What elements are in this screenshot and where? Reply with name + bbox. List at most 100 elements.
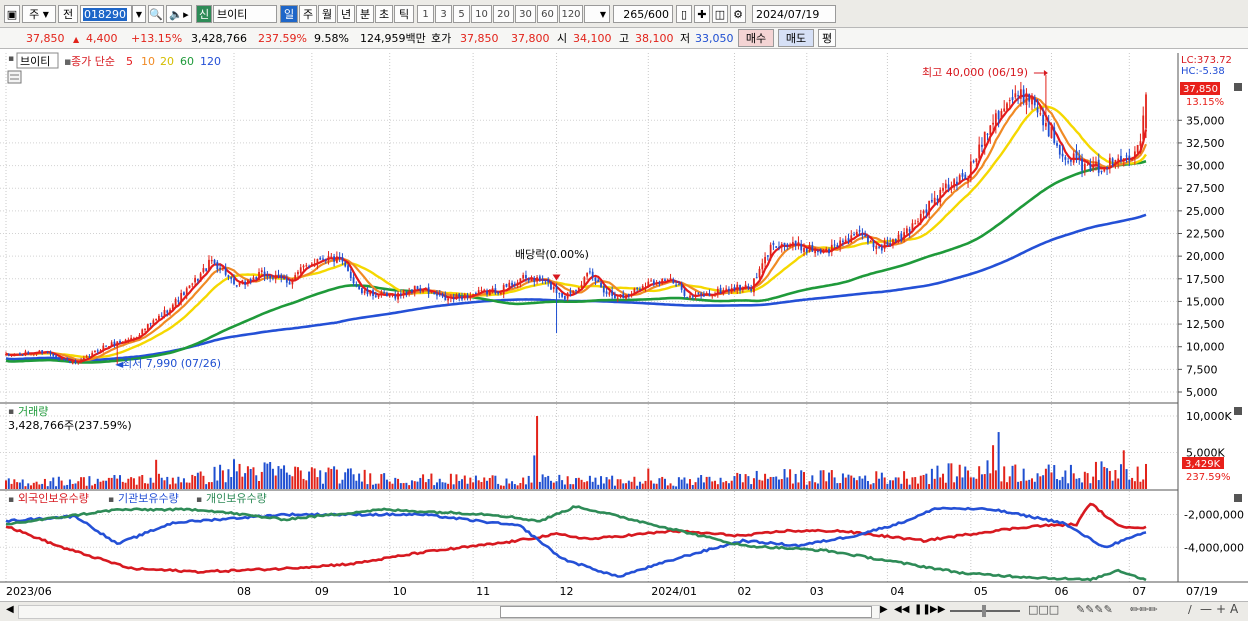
volume-bar — [5, 480, 7, 489]
high-price: 38,100 — [635, 32, 674, 45]
eval-button[interactable]: 평 — [818, 29, 836, 47]
period-year-button[interactable]: 년 — [337, 5, 355, 23]
last-page-icon[interactable]: ▶▶ — [930, 604, 945, 615]
ma10-label: 10 — [141, 55, 155, 68]
candle-body — [775, 246, 778, 248]
candle-body — [936, 198, 939, 201]
volume-bar — [658, 478, 661, 489]
sell-button[interactable]: 매도 — [778, 29, 814, 47]
candle-body — [1072, 153, 1075, 163]
buy-button[interactable]: 매수 — [738, 29, 774, 47]
stock-code-value: 018290 — [83, 7, 127, 21]
save-icon[interactable]: ◫ — [712, 5, 728, 23]
market-select[interactable]: 주 ▼ — [22, 5, 56, 23]
volume-bar — [1047, 464, 1050, 489]
volume-bar — [41, 483, 44, 489]
candle-body — [241, 280, 244, 282]
candle-body — [263, 271, 266, 277]
period-tick-button[interactable]: 틱 — [394, 5, 414, 23]
candle-body — [516, 282, 519, 285]
candle-body — [102, 345, 105, 350]
volume-bar — [85, 485, 88, 489]
chevron-down-icon[interactable]: ▼ — [132, 5, 146, 23]
candle-body — [227, 275, 230, 278]
chart-area[interactable]: 2023/06 08 09 10 11 12 2024/01 02 03 04 05 06 07 07/1… — [0, 49, 1248, 601]
candle-icon[interactable]: ▯ — [676, 5, 692, 23]
scroll-right-icon[interactable]: ▶ — [880, 604, 888, 615]
horizontal-scrollbar[interactable]: ◀ ▶ ◀◀ ❚❚ ▶▶ □□□ ✎✎✎✎ ✏✏✏ ∕ — + A — [0, 601, 1248, 621]
interval-20-button[interactable]: 20 — [493, 5, 514, 23]
candle-body — [500, 292, 502, 294]
candle-body — [639, 288, 641, 290]
candle-body — [1120, 155, 1122, 161]
period-week-button[interactable]: 주 — [299, 5, 317, 23]
candle-body — [541, 278, 544, 281]
volume-bar — [933, 478, 936, 489]
volume-bar — [516, 485, 519, 489]
type-select[interactable]: 전 — [58, 5, 78, 23]
volume-bar — [141, 475, 144, 489]
scroll-left-icon[interactable]: ◀ — [6, 604, 14, 615]
period-second-button[interactable]: 초 — [375, 5, 393, 23]
drawing-tools-icon[interactable]: ✏✏✏ — [1130, 603, 1158, 616]
first-page-icon[interactable]: ◀◀ — [894, 604, 909, 615]
volume-bar — [1081, 482, 1084, 489]
scroll-thumb[interactable] — [500, 606, 872, 618]
layout-icon[interactable]: □□□ — [1028, 603, 1059, 616]
interval-5-button[interactable]: 5 — [453, 5, 470, 23]
candle-body — [944, 183, 947, 189]
candle-body — [77, 361, 80, 363]
period-minute-button[interactable]: 분 — [356, 5, 374, 23]
stock-code-input[interactable]: 018290 — [80, 5, 132, 23]
interval-dropdown[interactable]: ▼ — [584, 5, 610, 23]
calculator-icon[interactable] — [7, 70, 22, 84]
period-day-button[interactable]: 일 — [280, 5, 298, 23]
search-icon[interactable]: 🔍 — [148, 5, 164, 23]
volume-value: 3,428,766 — [191, 32, 247, 45]
candle-body — [149, 323, 152, 325]
volume-bar — [1014, 464, 1017, 489]
interval-30-button[interactable]: 30 — [515, 5, 536, 23]
candle-body — [591, 271, 594, 277]
candle-body — [519, 278, 522, 284]
zoom-in-icon[interactable]: + — [1216, 602, 1226, 616]
interval-1-button[interactable]: 1 — [417, 5, 434, 23]
volume-bar — [730, 480, 733, 489]
candle-body — [258, 271, 260, 280]
volume-bar — [716, 484, 719, 489]
interval-10-button[interactable]: 10 — [471, 5, 492, 23]
chart-tools-icon[interactable]: ✎✎✎✎ — [1076, 603, 1113, 616]
count-input[interactable]: 265/600 — [613, 5, 673, 23]
dividend-annotation: 배당락(0.00%) — [515, 248, 589, 261]
interval-120-button[interactable]: 120 — [559, 5, 583, 23]
interval-3-button[interactable]: 3 — [435, 5, 452, 23]
date-input[interactable]: 2024/07/19 — [752, 5, 836, 23]
magnet-icon[interactable]: ∕ — [1188, 603, 1192, 616]
volume-bar — [380, 474, 383, 489]
crosshair-icon[interactable]: ✚ — [694, 5, 710, 23]
period-month-button[interactable]: 월 — [318, 5, 336, 23]
volume-bar — [853, 477, 856, 489]
holding-panel-close-icon[interactable] — [1234, 494, 1242, 502]
volume-bar — [316, 477, 319, 489]
price-panel-close-icon[interactable] — [1234, 83, 1242, 91]
interval-60-button[interactable]: 60 — [537, 5, 558, 23]
gear-icon[interactable]: ⚙ — [730, 5, 746, 23]
stock-name-field[interactable]: 브이티 — [213, 5, 277, 23]
candle-body — [1111, 158, 1114, 166]
speaker-icon[interactable]: 🔈▸ — [166, 5, 192, 23]
candle-body — [272, 277, 274, 279]
font-size-icon[interactable]: A — [1230, 602, 1238, 616]
candle-body — [221, 268, 224, 270]
volume-bar — [808, 481, 811, 489]
pause-icon[interactable]: ❚❚ — [914, 604, 931, 615]
zoom-out-icon[interactable]: — — [1200, 602, 1212, 616]
volume-bar — [219, 464, 222, 489]
ma20-label: 20 — [160, 55, 174, 68]
volume-panel-close-icon[interactable] — [1234, 407, 1242, 415]
window-icon[interactable]: ▣ — [4, 5, 20, 23]
volume-bar — [352, 474, 355, 489]
candle-body — [853, 234, 855, 236]
candle-body — [864, 234, 867, 237]
zoom-slider-handle[interactable] — [982, 605, 986, 617]
